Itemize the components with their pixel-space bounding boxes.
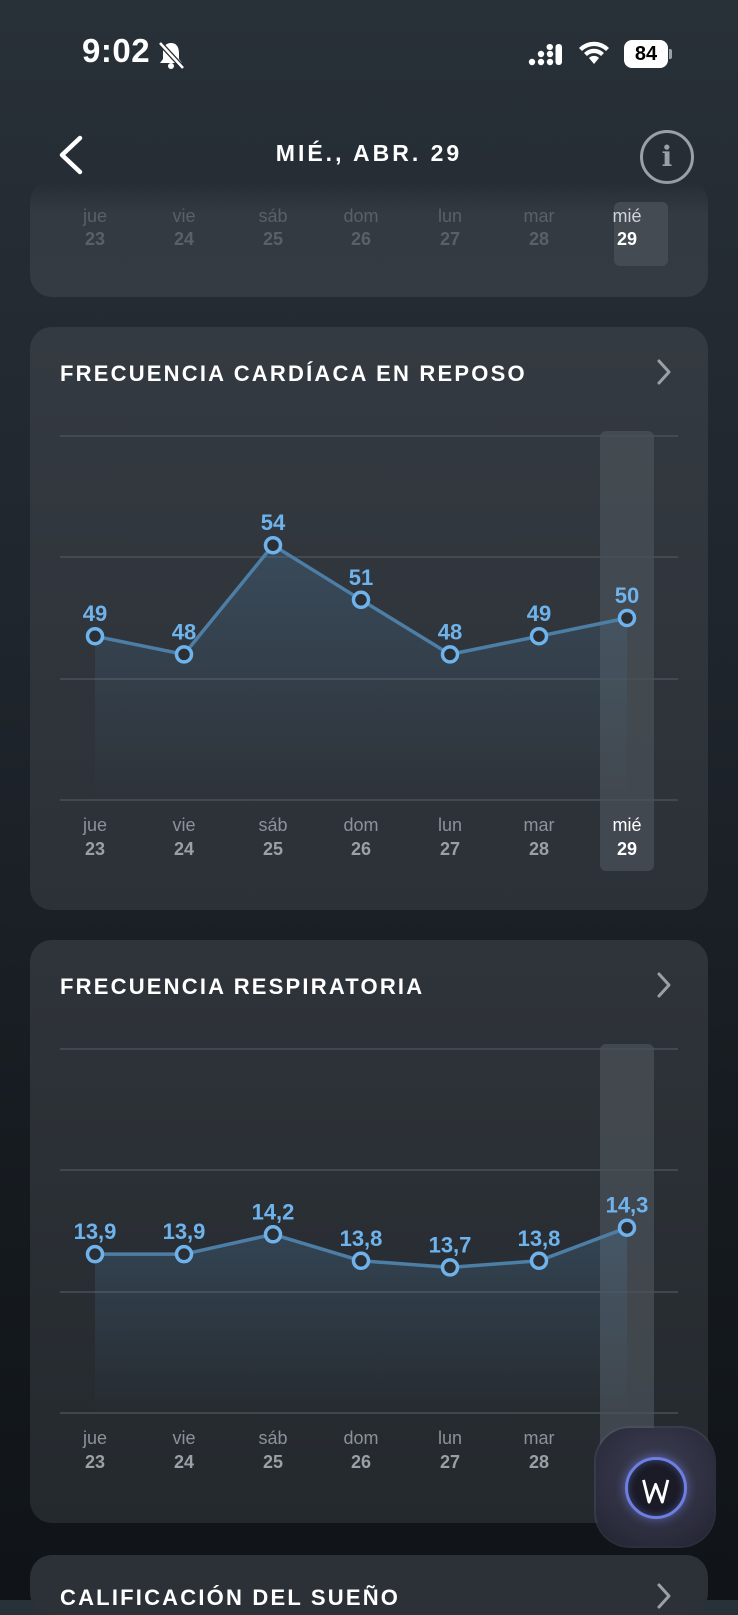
data-label: 51: [349, 565, 373, 590]
x-tick-day-name: dom: [343, 1428, 378, 1448]
x-tick-day-name: jue: [82, 1428, 107, 1448]
x-tick-day-number: 26: [351, 1452, 371, 1472]
day-name: dom: [343, 206, 379, 226]
data-label: 49: [83, 601, 107, 626]
respiratory-rate-chart: 13,9 13,9 14,2 13,8 13,7 13,8 14,3 jue 23 vie 24 sá…: [60, 1044, 678, 1484]
x-tick-day-number: 24: [174, 839, 194, 859]
wifi-icon: [579, 41, 609, 64]
data-point: [617, 608, 637, 628]
x-tick-day-name: mar: [524, 1428, 555, 1448]
x-tick-day-name: vie: [172, 815, 195, 835]
x-tick-day-number: 27: [440, 839, 460, 859]
data-label: 48: [172, 619, 196, 644]
day-name: lun: [437, 206, 463, 226]
status-bar: 9:02 84: [0, 0, 738, 100]
x-tick-day-number: 28: [529, 839, 549, 859]
day-selector: jue 23 vie 24 sáb 25 dom 26 lun 27 mar 28 mié 29: [30, 180, 708, 297]
day-number: 23: [84, 229, 106, 249]
day-item[interactable]: sáb 25: [243, 206, 303, 250]
data-point: [351, 590, 371, 610]
x-tick-day-number: 28: [529, 1452, 549, 1472]
chevron-right-icon[interactable]: [654, 1581, 674, 1611]
x-tick-day-name: jue: [82, 815, 107, 835]
assistant-ring: [625, 1457, 687, 1519]
x-tick-day-number: 26: [351, 839, 371, 859]
day-number: 25: [262, 229, 284, 249]
page-title: MIÉ., ABR. 29: [275, 140, 463, 166]
x-tick-day-number: 23: [85, 1452, 105, 1472]
x-tick-day-number: 23: [85, 839, 105, 859]
whoop-logo-icon: [642, 1479, 670, 1504]
data-point: [263, 1225, 283, 1244]
x-tick-day-name: sáb: [258, 815, 287, 835]
data-label: 50: [615, 583, 639, 608]
data-label: 13,9: [74, 1219, 117, 1244]
battery-level: 84: [624, 40, 668, 68]
x-tick-day-number: 25: [263, 1452, 283, 1472]
data-point: [529, 626, 549, 646]
status-time: 9:02: [82, 32, 151, 69]
day-name: mar: [523, 206, 555, 226]
day-item[interactable]: dom 26: [331, 206, 391, 250]
resting-heart-rate-chart: 49 48 54 51 48 49 50 jue 23 vie 24 sáb 25 dom 26 lun 27 m…: [60, 431, 678, 871]
day-item[interactable]: lun 27: [420, 206, 480, 250]
data-point: [263, 535, 283, 555]
sleep-score-card[interactable]: CALIFICACIÓN DEL SUEÑO: [30, 1555, 708, 1615]
x-tick-day-name: lun: [438, 1428, 462, 1448]
info-button[interactable]: i: [640, 130, 694, 184]
day-number: 26: [350, 229, 372, 249]
data-point: [351, 1251, 371, 1271]
x-tick-day-name: mié: [612, 815, 641, 835]
data-point: [440, 645, 460, 664]
x-tick-day-name: mar: [524, 815, 555, 835]
day-number: 24: [173, 229, 195, 249]
data-point: [174, 1244, 194, 1264]
day-number: 27: [439, 229, 461, 249]
data-label: 14,3: [606, 1193, 649, 1218]
resting-heart-rate-card[interactable]: FRECUENCIA CARDÍACA EN REPOSO 49 48 54 51 48…: [30, 327, 708, 910]
x-tick-day-number: 29: [617, 839, 637, 859]
x-tick-day-number: 25: [263, 839, 283, 859]
x-tick-day-name: vie: [172, 1428, 195, 1448]
day-number: 29: [616, 229, 638, 249]
day-name: jue: [82, 206, 108, 226]
data-point: [85, 1244, 105, 1264]
data-point: [85, 626, 105, 646]
bell-muted-icon: [158, 41, 185, 70]
day-name: mié: [612, 206, 642, 226]
respiratory-rate-card[interactable]: FRECUENCIA RESPIRATORIA 13,9 13,9 14,2 13,8…: [30, 940, 708, 1523]
day-item[interactable]: mar 28: [509, 206, 569, 250]
x-tick-day-number: 27: [440, 1452, 460, 1472]
signal-icon: [528, 44, 562, 66]
x-tick-day-name: lun: [438, 815, 462, 835]
x-tick-day-name: dom: [343, 815, 378, 835]
battery-icon: 84: [624, 40, 672, 68]
data-label: 13,8: [340, 1226, 383, 1251]
card-title: CALIFICACIÓN DEL SUEÑO: [60, 1585, 401, 1610]
data-label: 48: [438, 619, 462, 644]
data-label: 54: [261, 510, 286, 535]
day-name: sáb: [258, 206, 288, 226]
x-tick-day-name: sáb: [258, 1428, 287, 1448]
day-item[interactable]: vie 24: [154, 206, 214, 250]
data-point: [440, 1258, 460, 1277]
data-label: 13,9: [163, 1219, 206, 1244]
data-label: 14,2: [252, 1199, 295, 1224]
day-number: 28: [528, 229, 550, 249]
day-name: vie: [172, 206, 196, 226]
data-point: [617, 1218, 637, 1237]
day-item[interactable]: jue 23: [65, 206, 125, 250]
data-label: 13,8: [518, 1226, 561, 1251]
data-point: [529, 1251, 549, 1271]
data-label: 13,7: [429, 1232, 472, 1257]
x-tick-day-number: 24: [174, 1452, 194, 1472]
data-label: 49: [527, 601, 551, 626]
data-point: [174, 645, 194, 664]
day-item[interactable]: mié 29: [597, 206, 657, 250]
assistant-button[interactable]: [596, 1428, 714, 1546]
